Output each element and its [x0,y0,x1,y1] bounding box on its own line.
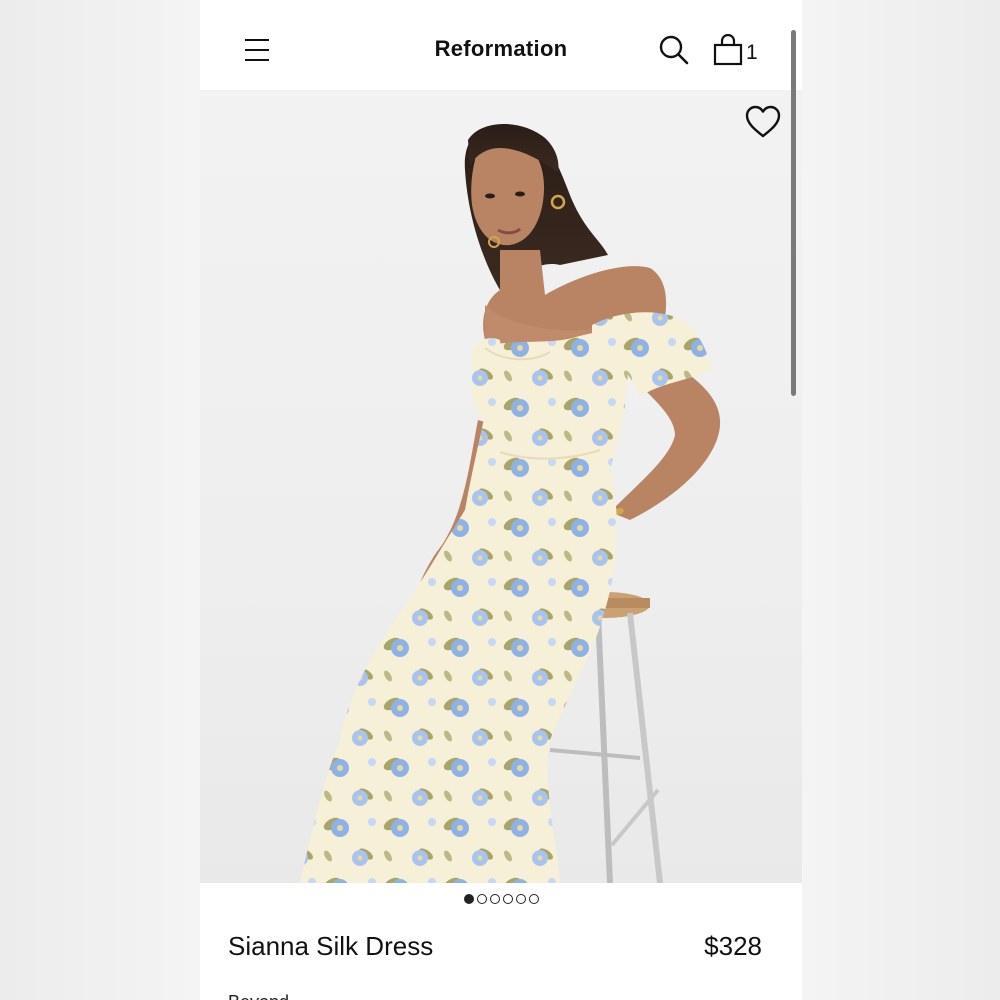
cart-count-badge: 1 [746,41,758,64]
search-button[interactable] [658,34,690,66]
search-icon [659,35,689,65]
heart-icon [745,105,781,138]
product-price: $328 [704,931,762,961]
pagination-dot[interactable] [502,894,513,904]
scrollbar[interactable] [791,30,796,396]
pagination-dot[interactable] [463,894,474,904]
pagination-dot[interactable] [515,894,526,904]
site-header: Reformation 1 [200,0,802,90]
cart-button[interactable]: 1 [712,33,762,68]
product-image[interactable] [200,90,802,883]
pagination-dot[interactable] [476,894,487,904]
product-photo-illustration [300,123,721,883]
shopping-bag-icon [713,33,743,66]
product-subtext-cutoff: Beyond [228,992,289,1000]
image-pagination [200,894,802,908]
product-page: Reformation 1 Sianna Silk Dress $328 [200,0,802,1000]
wishlist-button[interactable] [744,104,782,140]
pagination-dot[interactable] [528,894,539,904]
pagination-dot[interactable] [489,894,500,904]
product-title: Sianna Silk Dress [228,931,434,961]
